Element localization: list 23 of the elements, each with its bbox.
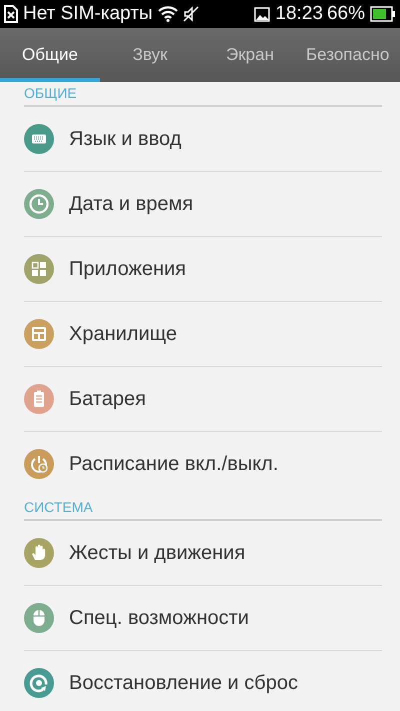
- wifi-icon: [158, 6, 178, 22]
- settings-item[interactable]: Приложения: [69, 258, 186, 280]
- battery-icon: [370, 6, 396, 22]
- sim-icon: [4, 5, 18, 23]
- settings-item[interactable]: Спец. возможности: [69, 606, 249, 630]
- settings-item[interactable]: Язык и ввод: [69, 128, 182, 150]
- settings-item[interactable]: Хранилище: [69, 322, 177, 346]
- tab[interactable]: Общие: [0, 28, 100, 82]
- battery-text: 66%: [326, 2, 365, 26]
- settings-item[interactable]: Батарея: [69, 388, 146, 410]
- clock-text: 18:23: [275, 2, 323, 26]
- section-header: ОБЩИЕ: [24, 84, 77, 103]
- tab[interactable]: Звук: [100, 28, 200, 82]
- settings-item[interactable]: Восстановление и сброс: [69, 672, 298, 694]
- settings-item[interactable]: Дата и время: [69, 192, 194, 216]
- tab[interactable]: Экран: [200, 28, 300, 82]
- carrier-text: Нет SIM-карты: [23, 2, 153, 26]
- section-header: СИСТЕМА: [24, 498, 93, 517]
- mute-icon: [182, 6, 199, 22]
- tab[interactable]: Безопасно: [300, 28, 400, 82]
- settings-item[interactable]: Расписание вкл./выкл.: [69, 452, 278, 476]
- settings-item[interactable]: Жесты и движения: [69, 542, 246, 564]
- image-icon: [254, 6, 270, 22]
